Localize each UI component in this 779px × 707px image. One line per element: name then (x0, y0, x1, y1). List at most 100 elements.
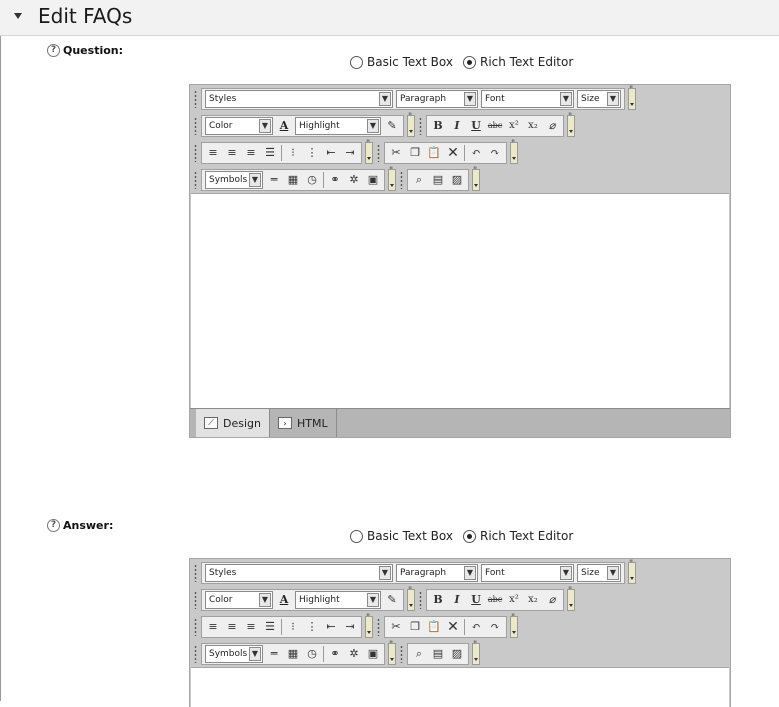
font-color-icon[interactable]: A (276, 592, 292, 608)
question-rich-label[interactable]: Rich Text Editor (480, 55, 573, 69)
toolbar-overflow-button[interactable] (628, 85, 636, 110)
toolbar-overflow-button[interactable] (407, 112, 415, 137)
subscript-icon[interactable]: x₂ (525, 592, 541, 608)
subscript-icon[interactable]: x₂ (525, 118, 541, 134)
font-dropdown[interactable]: Font ▼ (481, 89, 574, 108)
bold-icon[interactable]: B (430, 118, 446, 134)
help-icon[interactable]: ? (47, 44, 60, 57)
bold-icon[interactable]: B (430, 592, 446, 608)
toolbar-grip[interactable] (377, 617, 380, 636)
bulleted-list-icon[interactable]: ⁝ (285, 145, 301, 161)
answer-basic-radio[interactable] (350, 529, 363, 543)
insert-date-icon[interactable]: ◷ (304, 646, 320, 662)
undo-icon[interactable]: ↶ (468, 619, 484, 635)
paste-word-icon[interactable]: ▨ (449, 646, 465, 662)
paste-icon[interactable]: 📋 (426, 145, 442, 161)
numbered-list-icon[interactable]: ⋮ (304, 619, 320, 635)
collapse-toggle-icon[interactable] (14, 13, 22, 19)
align-center-icon[interactable]: ≡ (224, 145, 240, 161)
question-basic-label[interactable]: Basic Text Box (367, 55, 453, 69)
strikethrough-icon[interactable]: abc (487, 118, 503, 134)
superscript-icon[interactable]: x² (506, 118, 522, 134)
align-right-icon[interactable]: ≡ (243, 145, 259, 161)
question-basic-radio[interactable] (350, 55, 363, 69)
highlight-dropdown[interactable]: Highlight ▼ (295, 590, 381, 609)
highlighter-pen-icon[interactable]: ✎ (384, 592, 400, 608)
toolbar-overflow-button[interactable] (388, 640, 396, 665)
toolbar-grip[interactable] (194, 644, 197, 663)
preview-icon[interactable]: ⌕ (411, 646, 427, 662)
toolbar-overflow-button[interactable] (407, 586, 415, 611)
align-justify-icon[interactable]: ☰ (262, 619, 278, 635)
toolbar-overflow-button[interactable] (388, 166, 396, 191)
styles-dropdown[interactable]: Styles ▼ (205, 89, 393, 108)
toolbar-overflow-button[interactable] (510, 613, 518, 638)
toolbar-overflow-button[interactable] (472, 640, 480, 665)
underline-icon[interactable]: U (468, 118, 484, 134)
font-dropdown[interactable]: Font ▼ (481, 563, 574, 582)
toolbar-overflow-button[interactable] (472, 166, 480, 191)
remove-link-icon[interactable]: ✲ (346, 646, 362, 662)
indent-icon[interactable]: ⇥ (342, 619, 358, 635)
paragraph-dropdown[interactable]: Paragraph ▼ (396, 89, 478, 108)
toolbar-grip[interactable] (377, 143, 380, 162)
answer-basic-label[interactable]: Basic Text Box (367, 529, 453, 543)
tab-design[interactable]: ⟋ Design (196, 409, 270, 437)
answer-rich-radio[interactable] (462, 529, 476, 543)
insert-link-icon[interactable]: ⚭ (327, 646, 343, 662)
answer-rich-label[interactable]: Rich Text Editor (480, 529, 573, 543)
highlight-dropdown[interactable]: Highlight ▼ (295, 116, 381, 135)
toolbar-grip[interactable] (194, 116, 197, 135)
color-dropdown[interactable]: Color ▼ (205, 116, 273, 135)
toolbar-grip[interactable] (194, 617, 197, 636)
undo-icon[interactable]: ↶ (468, 145, 484, 161)
insert-image-icon[interactable]: ▣ (365, 172, 381, 188)
toolbar-grip[interactable] (194, 143, 197, 162)
toolbar-overflow-button[interactable] (510, 139, 518, 164)
font-color-icon[interactable]: A (276, 118, 292, 134)
horizontal-rule-icon[interactable]: ═ (266, 172, 282, 188)
toolbar-grip[interactable] (400, 170, 403, 189)
insert-date-icon[interactable]: ◷ (304, 172, 320, 188)
cut-icon[interactable]: ✂ (388, 619, 404, 635)
strikethrough-icon[interactable]: abc (487, 592, 503, 608)
question-edit-area[interactable] (191, 193, 729, 408)
copy-icon[interactable]: ❐ (407, 145, 423, 161)
align-left-icon[interactable]: ≡ (205, 145, 221, 161)
toolbar-grip[interactable] (194, 563, 197, 582)
toolbar-grip[interactable] (194, 170, 197, 189)
paste-word-icon[interactable]: ▨ (449, 172, 465, 188)
horizontal-rule-icon[interactable]: ═ (266, 646, 282, 662)
size-dropdown[interactable]: Size ▼ (577, 89, 621, 108)
toolbar-overflow-button[interactable] (628, 559, 636, 584)
underline-icon[interactable]: U (468, 592, 484, 608)
delete-icon[interactable]: ✕ (445, 619, 461, 635)
align-justify-icon[interactable]: ☰ (262, 145, 278, 161)
highlighter-pen-icon[interactable]: ✎ (384, 118, 400, 134)
italic-icon[interactable]: I (449, 118, 465, 134)
remove-link-icon[interactable]: ✲ (346, 172, 362, 188)
cut-icon[interactable]: ✂ (388, 145, 404, 161)
toolbar-grip[interactable] (419, 590, 422, 609)
toolbar-grip[interactable] (194, 89, 197, 108)
copy-icon[interactable]: ❐ (407, 619, 423, 635)
toolbar-grip[interactable] (419, 116, 422, 135)
insert-table-icon[interactable]: ▦ (285, 172, 301, 188)
insert-image-icon[interactable]: ▣ (365, 646, 381, 662)
delete-icon[interactable]: ✕ (445, 145, 461, 161)
tab-html[interactable]: › HTML (270, 409, 337, 437)
toolbar-overflow-button[interactable] (365, 139, 373, 164)
align-center-icon[interactable]: ≡ (224, 619, 240, 635)
indent-icon[interactable]: ⇥ (342, 145, 358, 161)
template-icon[interactable]: ▤ (430, 646, 446, 662)
section-header[interactable]: Edit FAQs (0, 0, 779, 36)
outdent-icon[interactable]: ⇤ (323, 145, 339, 161)
insert-link-icon[interactable]: ⚭ (327, 172, 343, 188)
symbols-dropdown[interactable]: Symbols ▼ (205, 170, 263, 189)
clear-format-eraser-icon[interactable]: ⌀ (544, 592, 560, 608)
paste-icon[interactable]: 📋 (426, 619, 442, 635)
color-dropdown[interactable]: Color ▼ (205, 590, 273, 609)
bulleted-list-icon[interactable]: ⁝ (285, 619, 301, 635)
toolbar-overflow-button[interactable] (567, 112, 575, 137)
styles-dropdown[interactable]: Styles ▼ (205, 563, 393, 582)
